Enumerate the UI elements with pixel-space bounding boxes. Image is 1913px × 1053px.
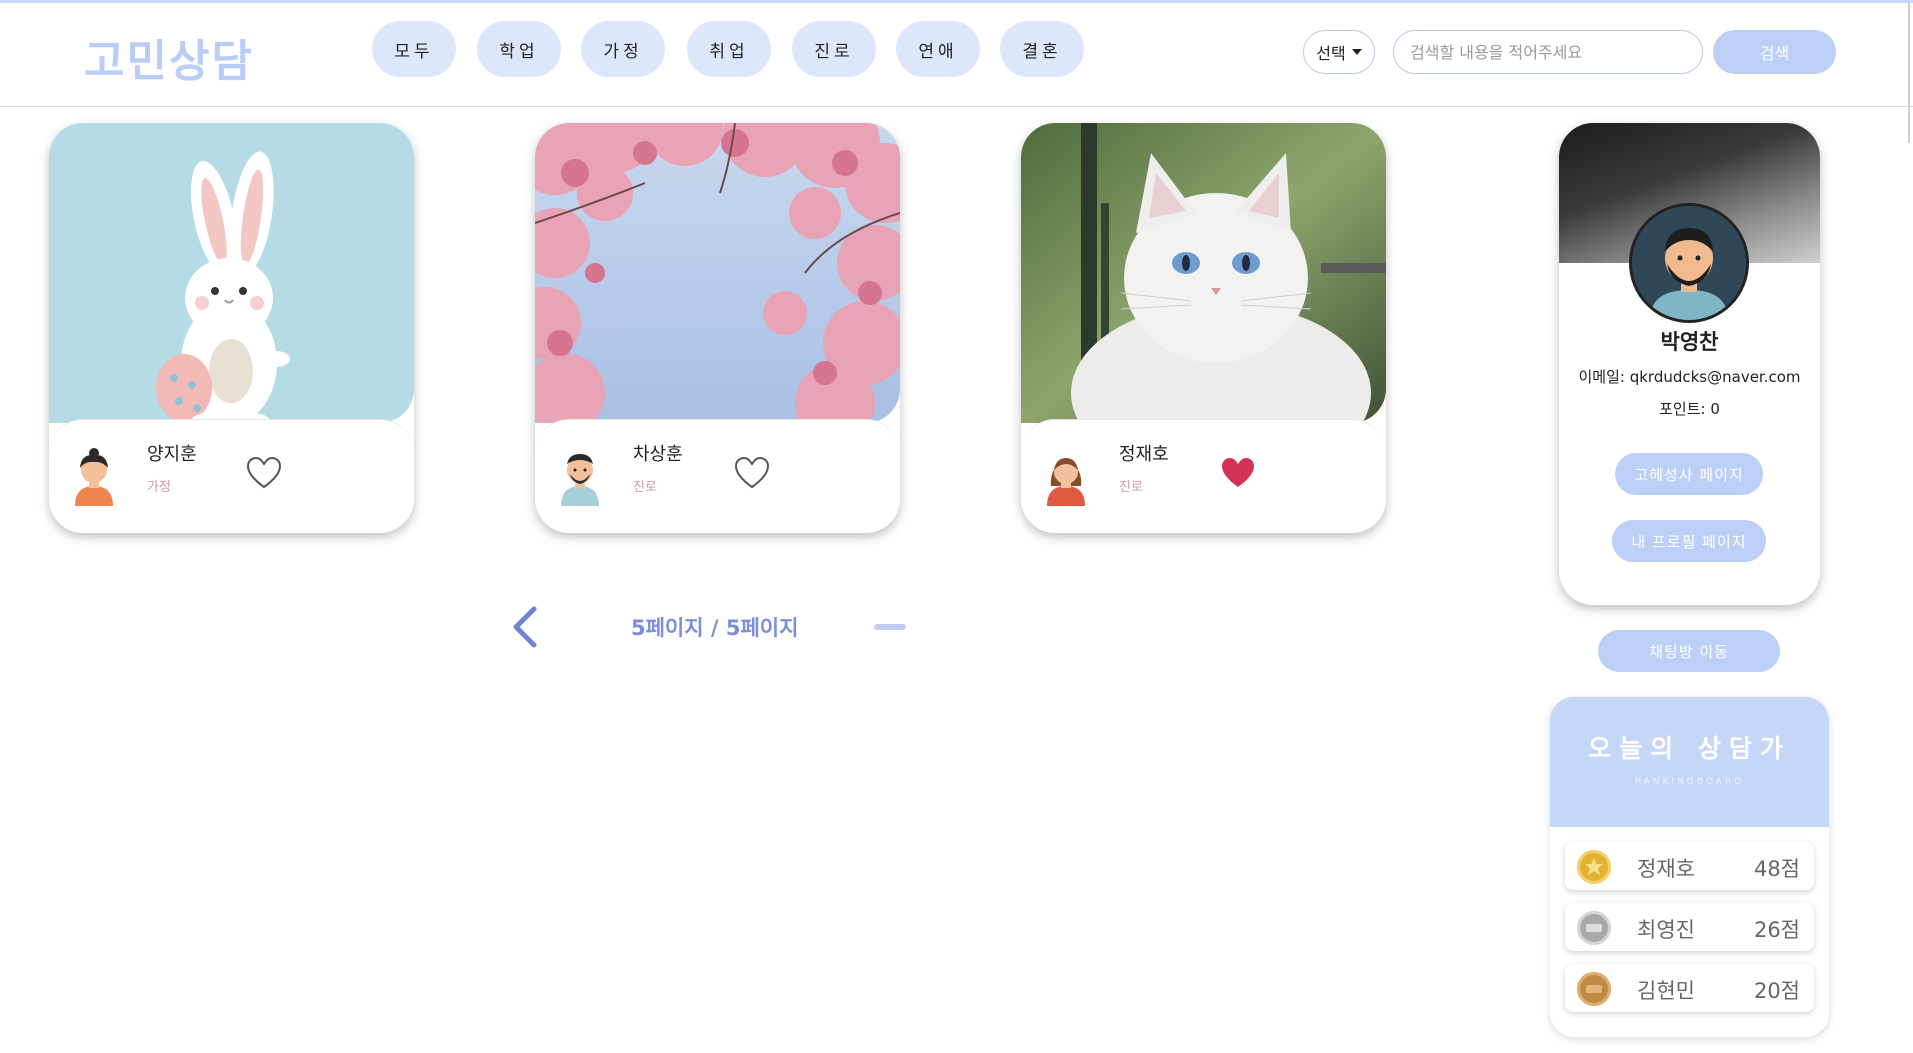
ranking-row[interactable]: 김현민 20점 <box>1565 964 1814 1012</box>
ranking-score: 48점 <box>1753 857 1800 881</box>
heart-outline-icon[interactable] <box>246 456 282 490</box>
ranking-name: 정재호 <box>1637 857 1695 881</box>
card-category: 가정 <box>147 480 171 495</box>
ranking-score: 20점 <box>1753 979 1800 1003</box>
category-love-button[interactable]: 연애 <box>896 21 980 77</box>
card-author-name: 양지훈 <box>147 444 197 465</box>
ranking-score: 26점 <box>1753 918 1800 942</box>
card-footer: 차상훈 진로 <box>535 419 900 533</box>
post-card[interactable]: 양지훈 가정 <box>49 123 414 533</box>
gold-medal-icon <box>1577 850 1611 884</box>
scrollbar[interactable] <box>1908 3 1910 143</box>
card-author-name: 정재호 <box>1119 444 1169 465</box>
category-all-button[interactable]: 모두 <box>372 21 456 77</box>
category-career-button[interactable]: 진로 <box>792 21 876 77</box>
bronze-medal-icon <box>1577 972 1611 1006</box>
category-marriage-button[interactable]: 결혼 <box>1000 21 1084 77</box>
card-image-blossom <box>535 123 900 423</box>
page-indicator: 5페이지 / 5페이지 <box>631 616 799 640</box>
avatar <box>1041 446 1091 506</box>
card-image-cat <box>1021 123 1386 423</box>
ranking-name: 김현민 <box>1637 979 1695 1003</box>
search-button[interactable]: 검색 <box>1713 30 1836 74</box>
category-family-button[interactable]: 가정 <box>581 21 665 77</box>
post-card[interactable]: 차상훈 진로 <box>535 123 900 533</box>
chat-room-button[interactable]: 채팅방 이동 <box>1598 630 1780 672</box>
select-label: 선택 <box>1316 44 1346 63</box>
category-study-button[interactable]: 학업 <box>477 21 561 77</box>
avatar <box>555 446 605 506</box>
heart-filled-icon[interactable] <box>1220 456 1256 490</box>
card-footer: 양지훈 가정 <box>49 419 414 533</box>
ranking-name: 최영진 <box>1637 918 1695 942</box>
ranking-row[interactable]: 최영진 26점 <box>1565 903 1814 951</box>
counselor-page-button[interactable]: 고헤성사 페이지 <box>1615 453 1763 495</box>
search-input[interactable] <box>1393 30 1703 74</box>
top-header: 고민상담 모두 학업 가정 취업 진로 연애 결혼 선택 검색 <box>0 0 1913 107</box>
ranking-title: 오늘의 상담가 <box>1588 734 1791 763</box>
my-profile-button[interactable]: 내 프로필 페이지 <box>1612 520 1766 562</box>
ranking-subtitle: RANKINGBOARD <box>1634 777 1745 787</box>
search-type-select[interactable]: 선택 <box>1303 30 1375 74</box>
ranking-board: 오늘의 상담가 RANKINGBOARD 정재호 48점 최영진 26점 김현민… <box>1550 697 1829 1037</box>
card-category: 진로 <box>633 480 657 495</box>
prev-page-chevron-icon[interactable] <box>508 605 542 649</box>
site-logo[interactable]: 고민상담 <box>84 25 254 89</box>
card-author-name: 차상훈 <box>633 444 683 465</box>
card-image-bunny <box>49 123 414 423</box>
avatar <box>69 446 119 506</box>
profile-email: 이메일: qkrdudcks@naver.com <box>1578 368 1801 386</box>
card-category: 진로 <box>1119 480 1143 495</box>
profile-avatar <box>1629 203 1749 323</box>
profile-card: 박영찬 이메일: qkrdudcks@naver.com 포인트: 0 고헤성사… <box>1559 123 1820 605</box>
post-card[interactable]: 정재호 진로 <box>1021 123 1386 533</box>
next-page-disabled-icon[interactable] <box>874 624 906 630</box>
profile-name: 박영찬 <box>1660 330 1719 354</box>
ranking-header: 오늘의 상담가 RANKINGBOARD <box>1550 697 1829 827</box>
silver-medal-icon <box>1577 911 1611 945</box>
ranking-row[interactable]: 정재호 48점 <box>1565 842 1814 890</box>
profile-points: 포인트: 0 <box>1659 400 1720 418</box>
caret-down-icon <box>1351 49 1362 55</box>
heart-outline-icon[interactable] <box>734 456 770 490</box>
card-footer: 정재호 진로 <box>1021 419 1386 533</box>
category-job-button[interactable]: 취업 <box>687 21 771 77</box>
